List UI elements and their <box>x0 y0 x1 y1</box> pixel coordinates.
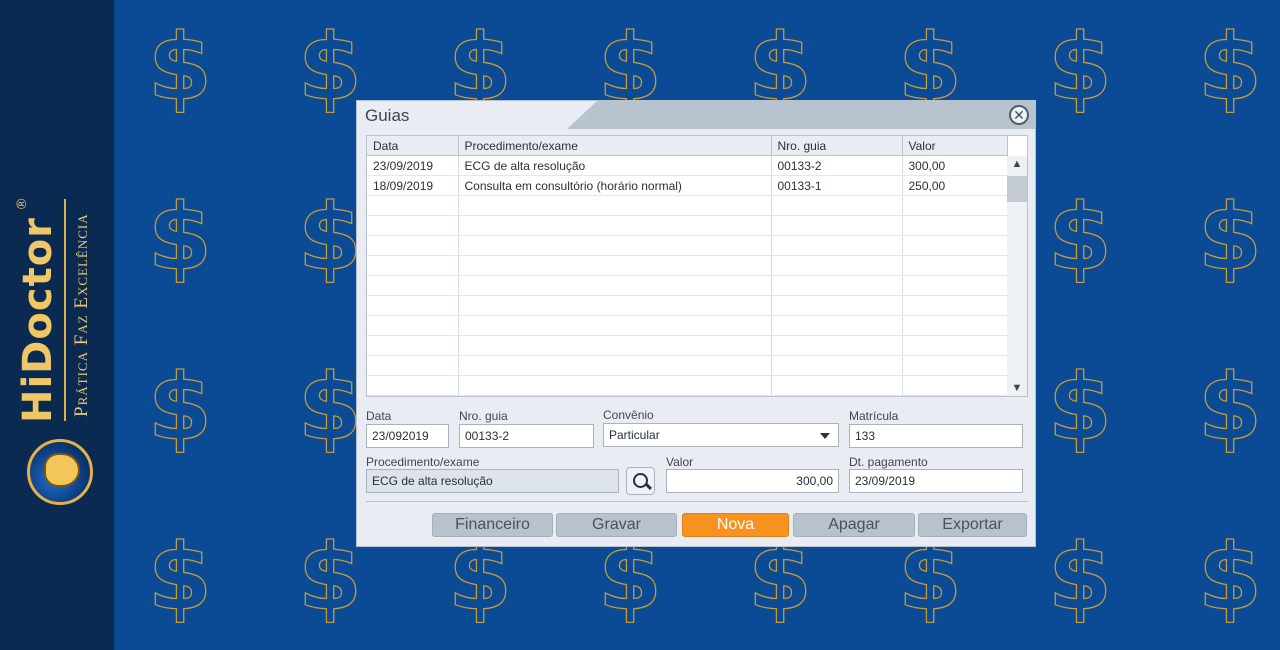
cell-valor: 300,00 <box>902 155 1008 176</box>
brand-divider <box>64 199 66 421</box>
guias-grid[interactable]: Data Procedimento/exame Nro. guia Valor … <box>366 135 1028 397</box>
label-data: Data <box>366 409 392 423</box>
dollar-icon: $ <box>147 354 213 461</box>
dollar-icon: $ <box>147 184 213 291</box>
cell-data: 23/09/2019 <box>367 155 459 176</box>
empty-row <box>367 355 1008 376</box>
empty-row <box>367 275 1008 296</box>
cell-nro-guia: 00133-2 <box>771 155 903 176</box>
dollar-icon: $ <box>147 14 213 121</box>
table-row[interactable]: 23/09/2019 ECG de alta resolução 00133-2… <box>367 155 1008 176</box>
empty-row <box>367 215 1008 236</box>
cell-valor: 250,00 <box>902 175 1008 196</box>
empty-row <box>367 195 1008 216</box>
brand-tagline: Prática Faz Excelência <box>71 213 92 417</box>
label-matricula: Matrícula <box>849 409 899 423</box>
brand-name: HiDoctor <box>15 217 61 423</box>
col-header-procedimento[interactable]: Procedimento/exame <box>458 136 772 156</box>
chevron-down-icon[interactable]: ▼ <box>1007 380 1027 396</box>
dollar-icon: $ <box>147 524 213 631</box>
cell-data: 18/09/2019 <box>367 175 459 196</box>
dollar-icon: $ <box>1197 524 1263 631</box>
dollar-icon: $ <box>1047 354 1113 461</box>
grid-header-row: Data Procedimento/exame Nro. guia Valor <box>367 136 1008 156</box>
logo-emblem-icon <box>27 439 93 505</box>
col-header-nro-guia[interactable]: Nro. guia <box>771 136 903 156</box>
cell-procedimento: Consulta em consultório (horário normal) <box>458 175 772 196</box>
dollar-icon: $ <box>1197 14 1263 121</box>
dt-pagamento-field[interactable]: 23/09/2019 <box>849 469 1023 493</box>
empty-row <box>367 315 1008 336</box>
grid-scrollbar[interactable]: ▲ ▼ <box>1007 156 1027 396</box>
financeiro-button[interactable]: Financeiro <box>432 513 553 537</box>
label-procedimento: Procedimento/exame <box>366 455 480 469</box>
data-field[interactable]: 23/092019 <box>366 424 449 448</box>
guias-dialog: Guias ✕ Data Procedimento/exame Nro. gui… <box>356 100 1036 547</box>
label-convenio: Convênio <box>603 408 654 422</box>
empty-row <box>367 375 1008 396</box>
dropdown-arrow-icon[interactable] <box>820 433 830 439</box>
dollar-icon: $ <box>297 184 363 291</box>
table-row[interactable]: 18/09/2019 Consulta em consultório (horá… <box>367 175 1008 196</box>
scroll-thumb[interactable] <box>1007 176 1027 202</box>
form-divider <box>366 501 1028 502</box>
dollar-icon: $ <box>1047 14 1113 121</box>
apagar-button[interactable]: Apagar <box>793 513 915 537</box>
dollar-icon: $ <box>297 524 363 631</box>
procedimento-field[interactable]: ECG de alta resolução <box>366 469 619 493</box>
convenio-value: Particular <box>609 428 660 442</box>
exportar-button[interactable]: Exportar <box>918 513 1027 537</box>
empty-row <box>367 335 1008 356</box>
col-header-valor[interactable]: Valor <box>902 136 1008 156</box>
label-dt-pagamento: Dt. pagamento <box>849 455 928 469</box>
gravar-button[interactable]: Gravar <box>556 513 677 537</box>
registered-mark: ® <box>13 198 29 209</box>
label-nro-guia: Nro. guia <box>459 409 508 423</box>
empty-row <box>367 255 1008 276</box>
chevron-up-icon[interactable]: ▲ <box>1007 156 1027 172</box>
nro-guia-field[interactable]: 00133-2 <box>459 424 594 448</box>
matricula-field[interactable]: 133 <box>849 424 1023 448</box>
valor-field[interactable]: 300,00 <box>666 469 839 493</box>
close-icon[interactable]: ✕ <box>1009 105 1029 125</box>
convenio-select[interactable]: Particular <box>603 423 839 447</box>
dollar-icon: $ <box>297 354 363 461</box>
empty-row <box>367 235 1008 256</box>
col-header-data[interactable]: Data <box>367 136 459 156</box>
dollar-icon: $ <box>1047 184 1113 291</box>
cell-procedimento: ECG de alta resolução <box>458 155 772 176</box>
search-procedimento-button[interactable] <box>626 467 655 495</box>
dollar-icon: $ <box>1047 524 1113 631</box>
brand-logo: HiDoctor ® Prática Faz Excelência <box>7 145 107 505</box>
empty-row <box>367 295 1008 316</box>
dollar-icon: $ <box>1197 184 1263 291</box>
nova-button[interactable]: Nova <box>682 513 789 537</box>
brand-sidebar: HiDoctor ® Prática Faz Excelência <box>0 0 114 650</box>
dialog-title: Guias <box>365 106 410 125</box>
dollar-icon: $ <box>297 14 363 121</box>
dollar-icon: $ <box>1197 354 1263 461</box>
label-valor: Valor <box>666 455 694 469</box>
cell-nro-guia: 00133-1 <box>771 175 903 196</box>
